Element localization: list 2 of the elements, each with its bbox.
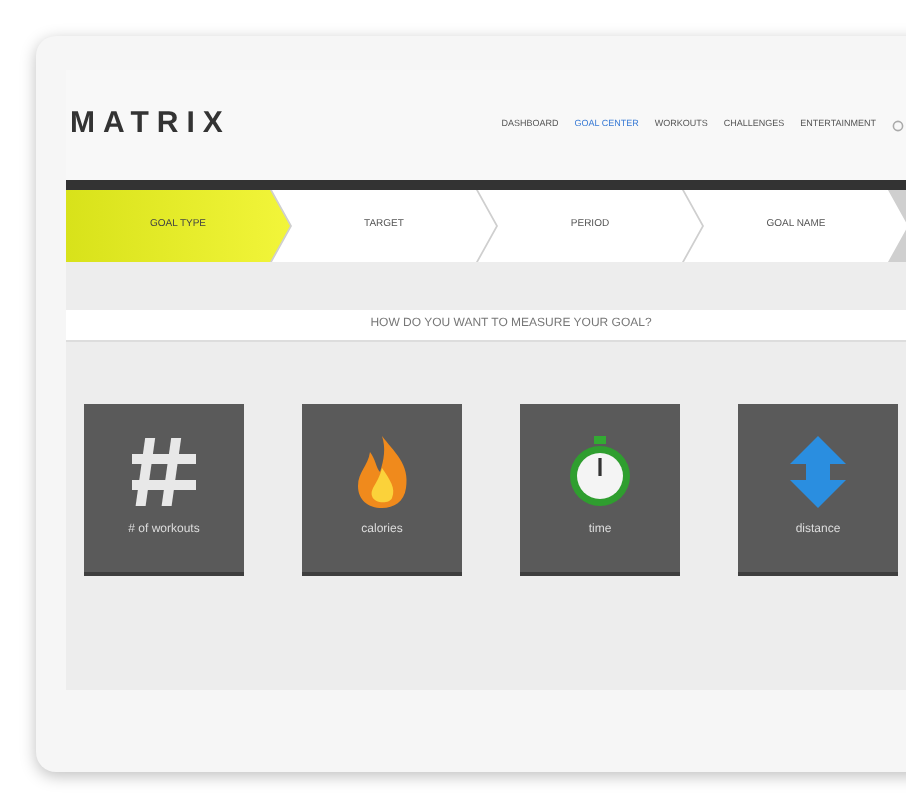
circle-icon[interactable] xyxy=(892,119,904,131)
logo: MATRIX xyxy=(70,104,231,145)
